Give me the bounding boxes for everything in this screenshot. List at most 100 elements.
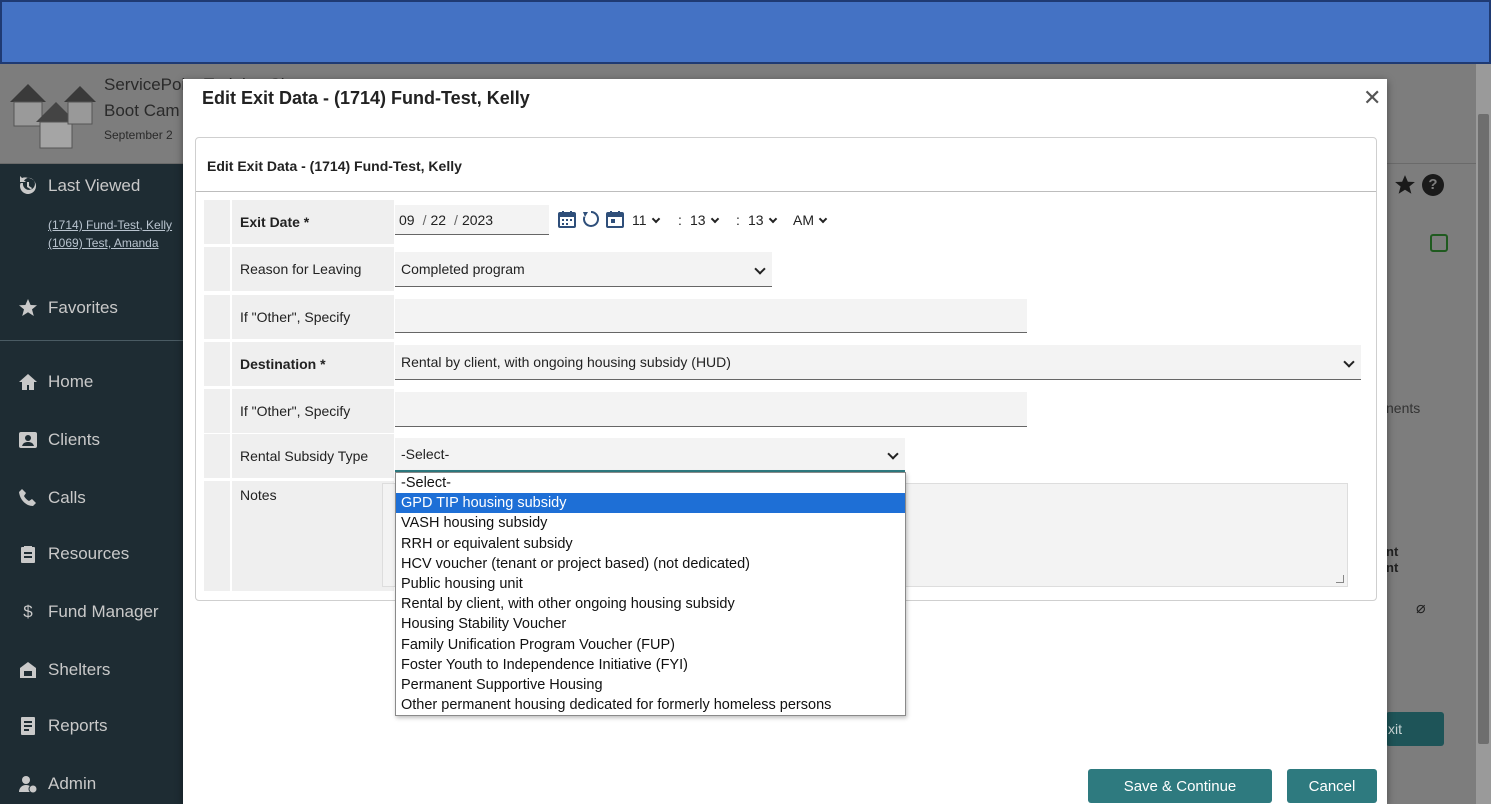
sidebar-item-label: Home (48, 372, 94, 391)
column-header-text: nt (1386, 544, 1399, 559)
sidebar-item-resources[interactable]: Resources (18, 544, 129, 564)
recent-client-link[interactable]: (1069) Test, Amanda (48, 236, 159, 250)
sidebar-item-fund-manager[interactable]: $ Fund Manager (18, 602, 159, 622)
exit-date-input[interactable]: 09 / 22 / 2023 (395, 205, 549, 235)
panel-divider (196, 191, 1376, 192)
date-year[interactable]: 2023 (462, 212, 493, 228)
dropdown-option[interactable]: Housing Stability Voucher (396, 614, 905, 634)
dropdown-option[interactable]: HCV voucher (tenant or project based) (n… (396, 554, 905, 574)
row-gutter (204, 200, 230, 244)
sidebar-item-label: Clients (48, 430, 100, 449)
chevron-down-icon (1343, 356, 1355, 368)
sidebar-item-clients[interactable]: Clients (18, 430, 100, 450)
sidebar-item-favorites[interactable]: Favorites (18, 298, 118, 318)
star-icon (1395, 175, 1415, 194)
scrollbar-thumb[interactable] (1478, 114, 1489, 744)
ampm-select[interactable]: AM (793, 205, 828, 235)
tab-label-partial: nents (1386, 400, 1421, 416)
dollar-icon: $ (23, 602, 33, 621)
sidebar: Last Viewed (1714) Fund-Test, Kelly (106… (0, 164, 184, 804)
second-select[interactable]: 13 (748, 205, 777, 235)
dropdown-option[interactable]: Rental by client, with other ongoing hou… (396, 594, 905, 614)
time-colon: : (736, 212, 740, 228)
minute-value: 13 (690, 212, 706, 228)
date-month[interactable]: 09 (399, 212, 415, 228)
sidebar-last-viewed[interactable]: Last Viewed (18, 176, 140, 196)
row-gutter (204, 342, 230, 386)
sidebar-item-label: Calls (48, 488, 86, 507)
other-specify-input[interactable] (395, 392, 1027, 427)
row-gutter (204, 295, 230, 339)
minute-select[interactable]: 13 (690, 205, 719, 235)
cancel-button[interactable]: Cancel (1287, 769, 1377, 803)
exit-date-label: Exit Date * (232, 200, 394, 244)
other-specify-input[interactable] (395, 299, 1027, 333)
recent-client-link[interactable]: (1714) Fund-Test, Kelly (48, 218, 172, 232)
sidebar-item-label: Admin (48, 774, 97, 793)
home-icon (19, 374, 37, 390)
dropdown-option[interactable]: -Select- (396, 473, 905, 493)
sidebar-item-reports[interactable]: Reports (18, 716, 108, 736)
phone-icon (19, 489, 36, 506)
reason-row: Reason for Leaving Completed program (204, 247, 1362, 291)
resize-grip-icon[interactable] (1336, 575, 1344, 583)
dropdown-option[interactable]: Family Unification Program Voucher (FUP) (396, 635, 905, 655)
sidebar-divider (0, 340, 184, 341)
houses-logo-icon (10, 84, 96, 149)
unlock-icon[interactable] (1430, 234, 1448, 252)
shelter-icon (20, 662, 36, 678)
exit-date-row: Exit Date * 09 / 22 / 2023 11 : 13 : 13 … (204, 200, 1362, 244)
sidebar-item-home[interactable]: Home (18, 372, 93, 392)
sidebar-item-calls[interactable]: Calls (18, 488, 86, 508)
dropdown-option[interactable]: Public housing unit (396, 574, 905, 594)
rental-subsidy-dropdown[interactable]: -Select- GPD TIP housing subsidy VASH ho… (395, 472, 906, 716)
reset-icon[interactable] (582, 210, 600, 228)
background-right-panel: ? nents nt nt ⌀ xit (1386, 164, 1476, 804)
row-gutter (204, 481, 230, 591)
admin-icon (19, 776, 38, 794)
date-day[interactable]: 22 (430, 212, 446, 228)
sidebar-item-label: Fund Manager (48, 602, 159, 621)
browser-top-bar (0, 0, 1491, 64)
destination-row: Destination * Rental by client, with ong… (204, 342, 1362, 386)
other-specify-row: If "Other", Specify (204, 295, 1362, 339)
dropdown-option[interactable]: Other permanent housing dedicated for fo… (396, 695, 905, 715)
chevron-down-icon (710, 214, 719, 223)
reason-label: Reason for Leaving (232, 247, 394, 291)
destination-value: Rental by client, with ongoing housing s… (401, 354, 731, 370)
help-icon[interactable]: ? (1422, 174, 1444, 196)
sidebar-item-admin[interactable]: Admin (18, 774, 96, 794)
save-continue-button[interactable]: Save & Continue (1088, 769, 1272, 803)
column-header-text: nt (1386, 560, 1399, 575)
history-icon (20, 176, 37, 194)
other-specify-label: If "Other", Specify (232, 389, 394, 433)
notes-label: Notes (232, 481, 394, 591)
sidebar-item-shelters[interactable]: Shelters (18, 660, 110, 680)
dropdown-option[interactable]: RRH or equivalent subsidy (396, 534, 905, 554)
rental-subsidy-select[interactable]: -Select- (395, 438, 905, 472)
dropdown-option[interactable]: Permanent Supportive Housing (396, 675, 905, 695)
paperclip-icon[interactable]: ⌀ (1416, 598, 1426, 618)
today-calendar-icon[interactable] (606, 210, 624, 228)
destination-select[interactable]: Rental by client, with ongoing housing s… (395, 345, 1361, 380)
rental-subsidy-value: -Select- (401, 446, 450, 462)
page-scrollbar[interactable] (1476, 64, 1491, 804)
chevron-down-icon (818, 214, 828, 223)
reason-select[interactable]: Completed program (395, 252, 772, 287)
dropdown-option-highlighted[interactable]: GPD TIP housing subsidy (396, 493, 905, 514)
sidebar-item-label: Favorites (48, 298, 118, 317)
destination-label: Destination * (232, 342, 394, 386)
dropdown-option[interactable]: Foster Youth to Independence Initiative … (396, 655, 905, 675)
row-gutter (204, 434, 230, 478)
dropdown-option[interactable]: VASH housing subsidy (396, 513, 905, 533)
hour-select[interactable]: 11 (632, 205, 660, 235)
ampm-value: AM (793, 212, 814, 228)
chevron-down-icon (651, 214, 660, 223)
exit-button-partial[interactable]: xit (1386, 712, 1444, 746)
second-value: 13 (748, 212, 764, 228)
row-gutter (204, 247, 230, 291)
time-colon: : (678, 212, 682, 228)
sidebar-item-label: Resources (48, 544, 130, 563)
calendar-icon[interactable] (558, 210, 576, 228)
close-icon[interactable]: ✕ (1363, 85, 1381, 111)
